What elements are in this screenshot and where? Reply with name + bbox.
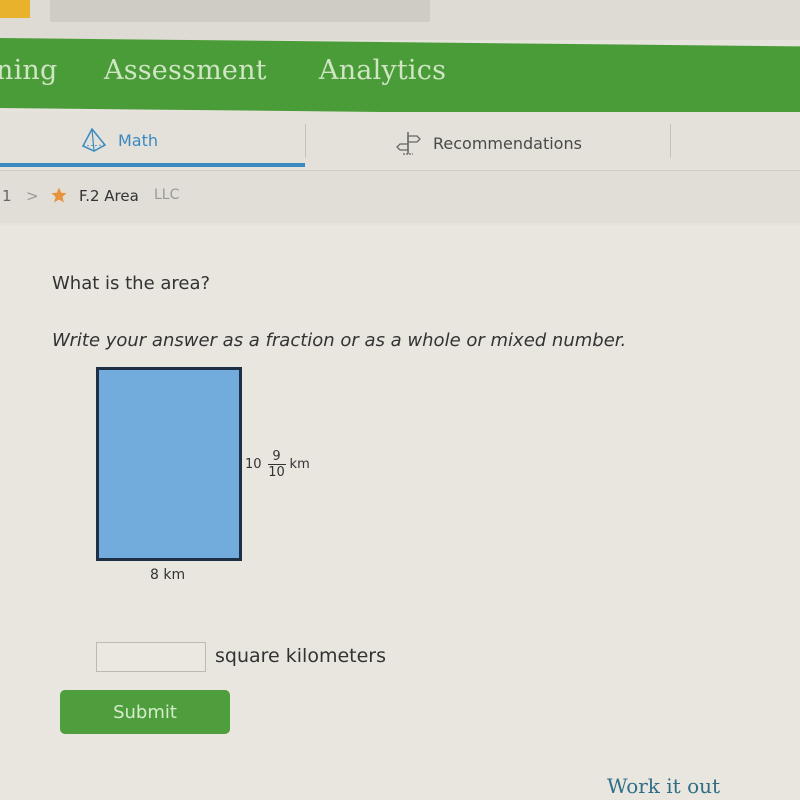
breadcrumb-level[interactable]: 1 [2, 187, 12, 205]
nav-analytics[interactable]: Analytics [319, 55, 446, 86]
tab-divider [670, 124, 671, 158]
nav-learning[interactable]: ning [0, 55, 58, 86]
signpost-icon [396, 132, 421, 155]
question-instruction: Write your answer as a fraction or as a … [52, 330, 627, 351]
skill-code: LLC [154, 187, 180, 203]
skill-name: F.2 Area [79, 187, 139, 205]
logo[interactable] [0, 0, 30, 18]
pyramid-icon [81, 127, 107, 152]
height-fraction: 9 10 [267, 449, 286, 480]
breadcrumb-separator: > [26, 187, 39, 205]
tab-divider [305, 124, 306, 158]
tab-math-label: Math [118, 130, 159, 150]
question-prompt: What is the area? [52, 273, 211, 294]
nav-assessment[interactable]: Assessment [104, 55, 267, 86]
answer-unit-label: square kilometers [215, 645, 386, 667]
submit-button[interactable]: Submit [60, 690, 230, 734]
height-label: 10 9 10 km [245, 450, 310, 479]
tab-recommendations-label: Recommendations [433, 133, 582, 153]
search-bar[interactable]: Search topics and skills [50, 0, 430, 22]
tab-recommendations[interactable]: Recommendations [395, 115, 582, 171]
answer-input[interactable] [96, 642, 206, 672]
width-label: 8 km [150, 567, 186, 583]
work-it-out-link[interactable]: Work it out [607, 774, 720, 798]
height-numerator: 9 [272, 449, 281, 464]
height-denominator: 10 [268, 465, 285, 480]
star-icon [51, 187, 67, 203]
active-tab-indicator [0, 163, 305, 167]
height-unit: km [289, 457, 310, 472]
top-bar: Search topics and skills [0, 0, 800, 40]
tab-math[interactable]: Math [80, 112, 158, 168]
height-whole: 10 [245, 457, 262, 472]
rectangle-figure [96, 367, 242, 561]
